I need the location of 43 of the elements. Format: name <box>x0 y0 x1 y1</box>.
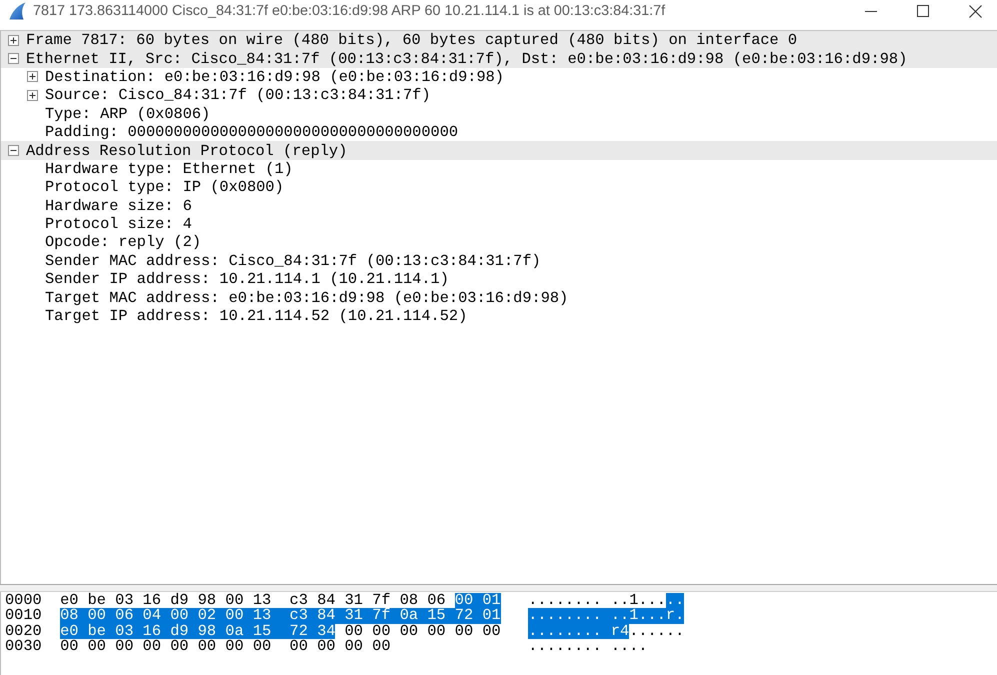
maximize-icon <box>917 5 929 17</box>
hex-offset: 0020 <box>5 624 43 639</box>
collapse-icon[interactable] <box>8 145 19 156</box>
hex-bytes: 08 00 06 04 00 02 00 13 c3 84 31 7f 0a 15 72 01 <box>60 608 501 624</box>
collapse-icon[interactable] <box>8 53 19 64</box>
hex-offset: 0010 <box>5 608 43 624</box>
close-icon <box>968 4 982 18</box>
hex-bytes: e0 be 03 16 d9 98 0a 15 72 34 <box>60 624 336 639</box>
tree-item[interactable]: Opcode: reply (2) <box>45 233 202 252</box>
tree-item[interactable]: Sender MAC address: Cisco_84:31:7f (00:13:c3:84:31:7f) <box>45 252 541 270</box>
tree-item[interactable]: Target IP address: 10.21.114.52 (10.21.114.52) <box>45 307 468 326</box>
minimize-icon <box>865 10 877 12</box>
window-title: 7817 173.863114000 Cisco_84:31:7f e0:be:03:16:d9:98 ARP 60 10.21.114.1 is at 00:13:c3:84:31:7f <box>33 3 666 19</box>
protocol-row[interactable]: Address Resolution Protocol (reply) <box>1 141 997 160</box>
hex-bytes: e0 be 03 16 d9 98 00 13 c3 84 31 7f 08 06 <box>60 593 446 608</box>
ascii-text: ........ r4 <box>528 624 630 639</box>
expand-icon[interactable] <box>8 34 19 46</box>
ascii-text: .. <box>666 593 684 608</box>
ascii-text: ........ ..1...r. <box>528 608 684 624</box>
tree-item[interactable]: Protocol type: IP (0x0800) <box>45 178 284 196</box>
ascii-text: ........ .... <box>528 638 648 654</box>
tree-item[interactable]: Address Resolution Protocol (reply) <box>26 142 348 160</box>
tree-item[interactable]: Frame 7817: 60 bytes on wire (480 bits), 60 bytes captured (480 bits) on interface 0 <box>26 31 798 50</box>
hex-bytes: 00 00 00 00 00 00 <box>344 624 501 639</box>
ascii-text: ........ ..1... <box>528 593 666 608</box>
tree-item[interactable]: Target MAC address: e0:be:03:16:d9:98 (e0:be:03:16:d9:98) <box>45 288 568 307</box>
hex-bytes: 00 00 00 00 00 00 00 00 00 00 00 00 <box>60 638 391 654</box>
ascii-text: ...... <box>629 624 684 639</box>
tree-item[interactable]: Type: ARP (0x0806) <box>45 104 210 123</box>
tree-item[interactable]: Sender IP address: 10.21.114.1 (10.21.114.1) <box>45 270 449 288</box>
tree-item[interactable]: Destination: e0:be:03:16:d9:98 (e0:be:03:16:d9:98) <box>45 68 504 86</box>
tree-item[interactable]: Padding: 000000000000000000000000000000000000 <box>45 123 458 142</box>
tree-item[interactable]: Hardware size: 6 <box>45 196 192 215</box>
hex-offset: 0030 <box>5 638 43 654</box>
tree-item[interactable]: Hardware type: Ethernet (1) <box>45 160 293 178</box>
expand-icon[interactable] <box>27 71 38 82</box>
tree-item[interactable]: Source: Cisco_84:31:7f (00:13:c3:84:31:7f) <box>45 86 431 104</box>
protocol-row[interactable]: Frame 7817: 60 bytes on wire (480 bits), 60 bytes captured (480 bits) on interface 0 <box>1 31 997 50</box>
hex-offset: 0000 <box>5 593 43 608</box>
shark-fin-icon <box>9 2 26 20</box>
hex-bytes: 00 01 <box>454 593 501 608</box>
expand-icon[interactable] <box>27 90 38 101</box>
tree-item[interactable]: Protocol size: 4 <box>45 215 192 234</box>
